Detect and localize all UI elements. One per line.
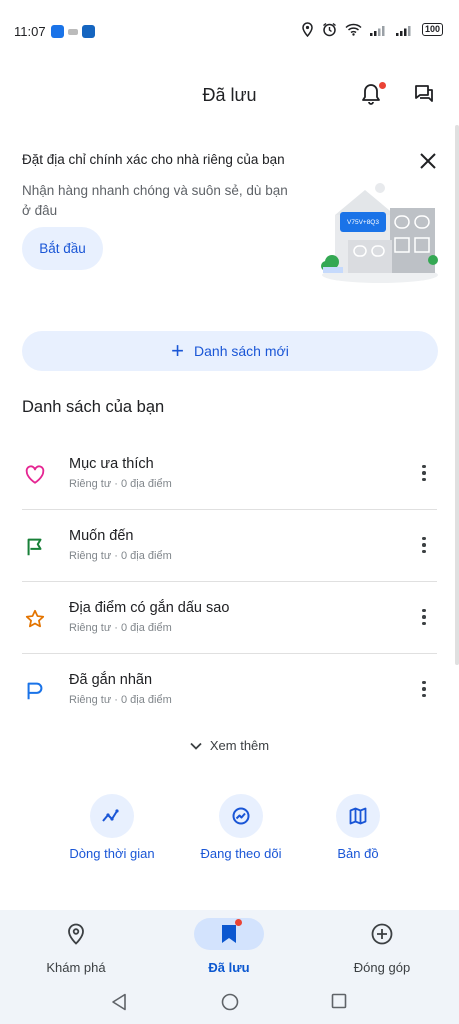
start-button[interactable]: Bắt đầu	[22, 227, 103, 270]
following-icon	[232, 807, 250, 825]
page-title: Đã lưu	[202, 85, 257, 105]
new-list-label: Danh sách mới	[194, 343, 289, 359]
signal-icon-2	[395, 25, 411, 36]
chevron-down-icon	[190, 742, 202, 750]
list-item-labeled[interactable]: Đã gắn nhãn Riêng tư · 0 địa điểm	[0, 653, 459, 725]
your-lists-heading: Danh sách của bạn	[22, 398, 165, 416]
nav-explore[interactable]: Khám phá	[21, 918, 131, 975]
saved-lists: Mục ưa thích Riêng tư · 0 địa điểm Muốn …	[0, 437, 459, 725]
list-item-meta: Riêng tư · 0 địa điểm	[69, 550, 172, 562]
status-bar: 11:07 100	[0, 0, 459, 62]
app-notification-icon	[82, 25, 95, 38]
plus-icon: +	[171, 338, 185, 363]
see-more-button[interactable]: Xem thêm	[0, 738, 459, 753]
add-circle-icon	[371, 923, 393, 945]
nav-saved[interactable]: Đã lưu	[174, 918, 284, 975]
messages-button[interactable]	[414, 84, 434, 104]
timeline-icon	[102, 809, 119, 822]
shortcut-following[interactable]: Đang theo dõi	[181, 794, 301, 862]
list-item-name: Địa điểm có gắn dấu sao	[69, 600, 230, 616]
plus-code-tag: V75V+8Q3	[340, 212, 386, 232]
notifications-button[interactable]	[360, 82, 386, 108]
shortcut-maps[interactable]: Bản đồ	[298, 794, 418, 862]
notification-dot	[235, 919, 242, 926]
see-more-label: Xem thêm	[209, 738, 270, 753]
house-image	[321, 183, 438, 283]
shortcut-label: Dòng thời gian	[69, 846, 155, 861]
promo-description: Nhận hàng nhanh chóng và suôn sẻ, dù bạn…	[22, 183, 288, 218]
location-status-icon	[302, 22, 313, 37]
list-item-want-to-go[interactable]: Muốn đến Riêng tư · 0 địa điểm	[0, 509, 459, 581]
more-options-button[interactable]	[414, 607, 434, 627]
bottom-navigation: Khám phá Đã lưu Đóng góp	[0, 910, 459, 1024]
nav-label: Đã lưu	[208, 960, 250, 975]
shortcut-circle	[219, 794, 263, 838]
status-time: 11:07	[14, 24, 46, 39]
list-item-starred[interactable]: Địa điểm có gắn dấu sao Riêng tư · 0 địa…	[0, 581, 459, 653]
signal-icon	[369, 25, 385, 36]
notification-dot	[379, 82, 386, 89]
nav-pill	[347, 918, 417, 950]
shortcut-circle	[336, 794, 380, 838]
close-promo-button[interactable]	[417, 150, 439, 172]
flag-icon	[27, 538, 42, 556]
promo-title: Đặt địa chỉ chính xác cho nhà riêng của …	[22, 152, 285, 167]
top-app-bar: Đã lưu	[0, 70, 459, 120]
more-options-button[interactable]	[414, 535, 434, 555]
alarm-icon	[323, 22, 336, 37]
wifi-icon	[345, 23, 362, 36]
close-icon	[420, 153, 436, 169]
shortcut-circle	[90, 794, 134, 838]
messenger-icon	[51, 25, 64, 38]
status-right-icons: 100	[301, 22, 443, 37]
notification-icons	[51, 25, 95, 38]
shortcut-label: Bản đồ	[337, 846, 379, 861]
recents-icon[interactable]	[331, 993, 347, 1009]
list-item-favorites[interactable]: Mục ưa thích Riêng tư · 0 địa điểm	[0, 437, 459, 509]
bookmark-icon	[222, 925, 236, 943]
new-list-button[interactable]: + Danh sách mới	[22, 331, 438, 371]
nav-contribute[interactable]: Đóng góp	[327, 918, 437, 975]
list-item-meta: Riêng tư · 0 địa điểm	[69, 478, 172, 490]
list-item-name: Muốn đến	[69, 528, 134, 544]
list-item-meta: Riêng tư · 0 địa điểm	[69, 694, 172, 706]
shortcut-timeline[interactable]: Dòng thời gian	[52, 794, 172, 862]
home-icon[interactable]	[221, 993, 239, 1011]
home-address-promo: Đặt địa chỉ chính xác cho nhà riêng của …	[0, 140, 459, 300]
nav-label: Đóng góp	[353, 960, 411, 975]
chat-icon	[415, 85, 433, 102]
back-icon[interactable]	[111, 993, 127, 1011]
nav-pill-active	[194, 918, 264, 950]
heart-icon	[25, 465, 45, 484]
house-illustration: V75V+8Q3	[320, 180, 440, 285]
system-navigation	[0, 985, 459, 1021]
sim-icon	[68, 28, 78, 35]
star-icon	[25, 609, 45, 628]
more-options-button[interactable]	[414, 463, 434, 483]
shortcut-label: Đang theo dõi	[200, 846, 282, 861]
list-item-name: Mục ưa thích	[69, 456, 154, 472]
nav-label: Khám phá	[46, 960, 106, 975]
location-pin-icon	[68, 923, 84, 945]
list-item-meta: Riêng tư · 0 địa điểm	[69, 622, 172, 634]
battery-indicator: 100	[421, 23, 443, 36]
nav-pill	[41, 918, 111, 950]
map-icon	[349, 807, 367, 825]
list-item-name: Đã gắn nhãn	[69, 672, 153, 688]
label-flag-icon	[27, 682, 43, 700]
more-options-button[interactable]	[414, 679, 434, 699]
